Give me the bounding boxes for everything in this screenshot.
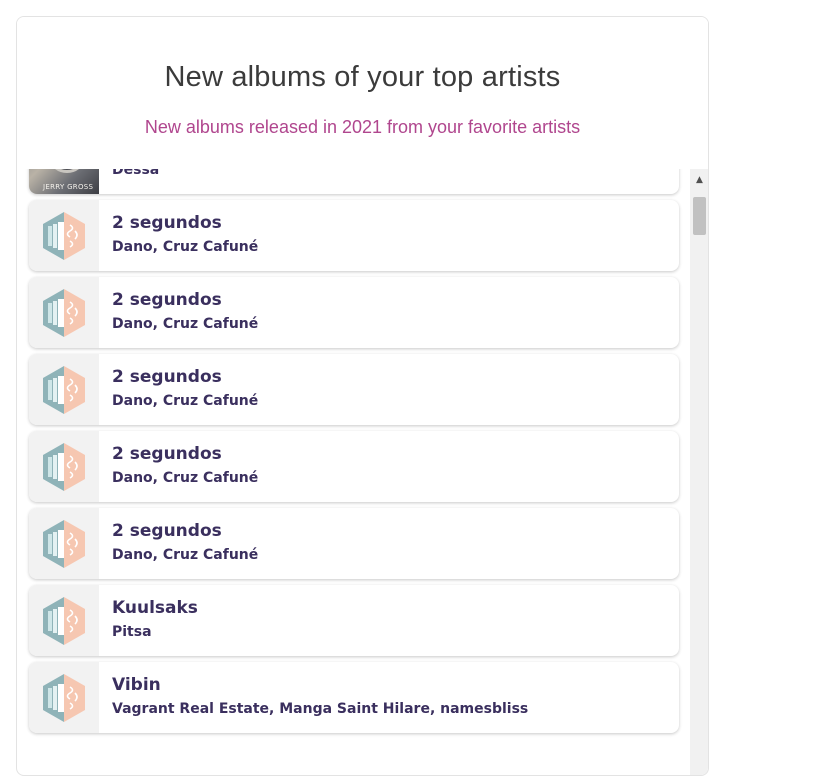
card-header: New albums of your top artists New album…	[17, 17, 708, 169]
album-name: 2 segundos	[112, 290, 222, 310]
album-placeholder-icon	[29, 354, 99, 425]
card-title: New albums of your top artists	[164, 61, 561, 93]
list-item[interactable]: Vibin Vagrant Real Estate, Manga Saint H…	[29, 662, 679, 733]
album-placeholder-icon	[29, 585, 99, 656]
album-name: Vibin	[112, 675, 161, 695]
list-item[interactable]: 2 segundos Dano, Cruz Cafuné	[29, 354, 679, 425]
list-item[interactable]: 2 segundos Dano, Cruz Cafuné	[29, 431, 679, 502]
album-placeholder-icon	[29, 662, 99, 733]
album-name: 2 segundos	[112, 444, 222, 464]
album-cover-image: JERRY GROSS	[29, 169, 99, 194]
card-subtitle: New albums released in 2021 from your fa…	[144, 117, 581, 137]
album-name: 2 segundos	[112, 521, 222, 541]
new-albums-card: New albums of your top artists New album…	[16, 16, 709, 776]
album-name: Kuulsaks	[112, 598, 198, 618]
album-placeholder-icon	[29, 508, 99, 579]
album-placeholder-icon	[29, 431, 99, 502]
album-artists: Dano, Cruz Cafuné	[112, 393, 259, 409]
album-placeholder-icon	[29, 277, 99, 348]
album-name: 2 segundos	[112, 367, 222, 387]
album-name: 2 segundos	[112, 213, 222, 233]
album-artists: Dano, Cruz Cafuné	[112, 239, 259, 255]
list-item[interactable]: Kuulsaks Pitsa	[29, 585, 679, 656]
scroll-up-arrow-icon[interactable]: ▲	[690, 173, 708, 187]
list-item[interactable]: 2 segundos Dano, Cruz Cafuné	[29, 508, 679, 579]
list-item[interactable]: JERRY GROSS Dessa	[29, 169, 679, 194]
list-item[interactable]: 2 segundos Dano, Cruz Cafuné	[29, 277, 679, 348]
album-artists: Dessa	[112, 169, 160, 178]
album-artists: Vagrant Real Estate, Manga Saint Hilare,…	[112, 701, 529, 717]
scrollbar-thumb[interactable]	[693, 197, 706, 235]
album-placeholder-icon	[29, 200, 99, 271]
list-item[interactable]: 2 segundos Dano, Cruz Cafuné	[29, 200, 679, 271]
album-artists: Pitsa	[112, 624, 152, 640]
album-artists: Dano, Cruz Cafuné	[112, 470, 259, 486]
album-artists: Dano, Cruz Cafuné	[112, 547, 259, 563]
album-list[interactable]: JERRY GROSS Dessa 2 segundos Dano, Cruz …	[17, 169, 689, 775]
list-scrollbar[interactable]: ▲	[690, 169, 708, 775]
album-artists: Dano, Cruz Cafuné	[112, 316, 259, 332]
